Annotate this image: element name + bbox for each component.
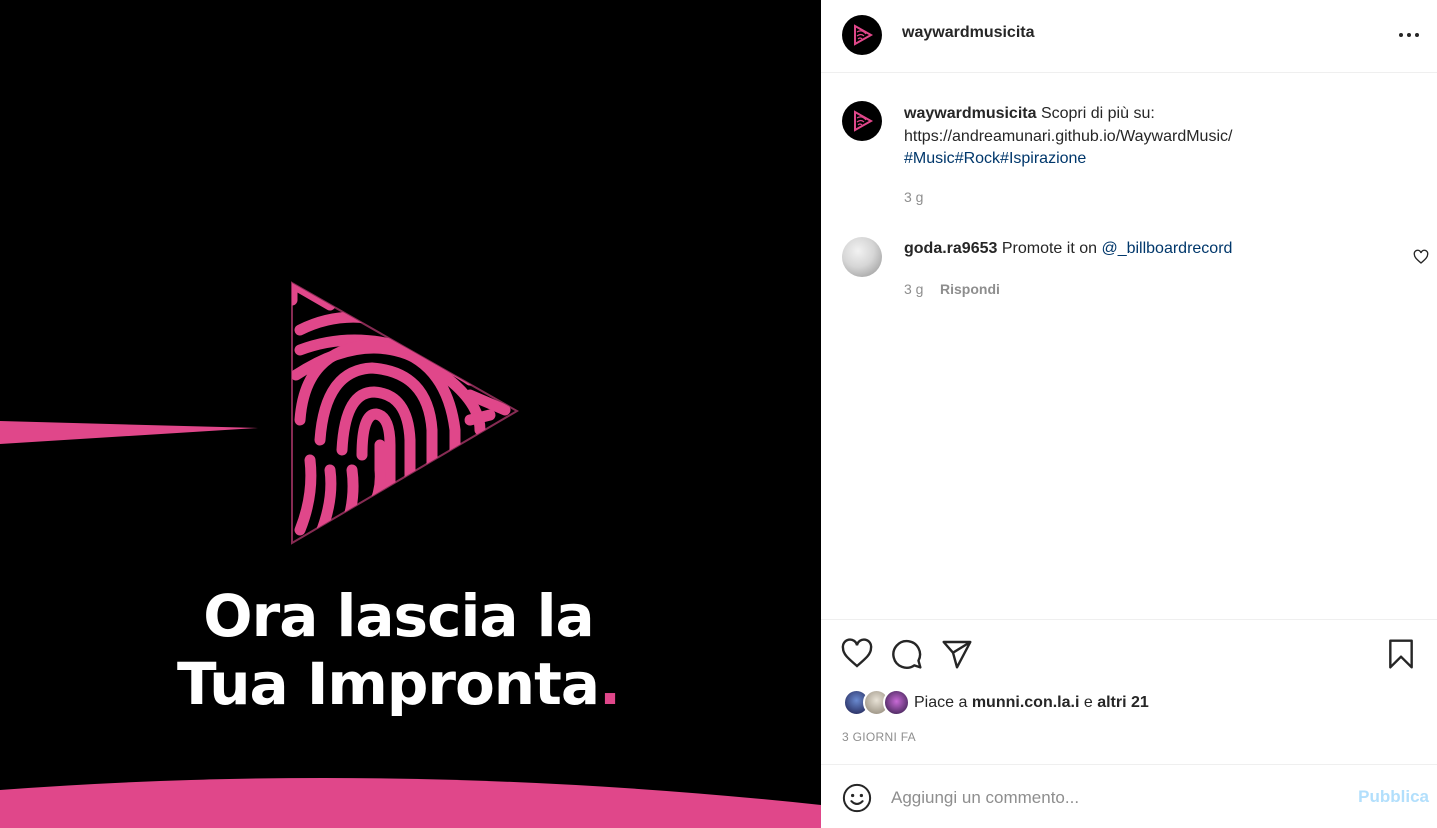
likes-prefix: Piace a — [914, 694, 968, 711]
comment-icon[interactable] — [891, 638, 923, 670]
comment-mention[interactable]: @_billboardrecord — [1101, 240, 1232, 257]
likes-others[interactable]: altri 21 — [1097, 694, 1149, 711]
hashtag-rock[interactable]: #Rock — [955, 150, 1000, 167]
slogan-line-2: Tua Impronta. — [177, 650, 621, 718]
likes-user[interactable]: munni.con.la.i — [972, 694, 1080, 711]
comment-username[interactable]: goda.ra9653 — [904, 240, 997, 257]
slogan-line-1: Ora lascia la — [203, 582, 594, 650]
comment-like-heart-icon[interactable] — [1413, 249, 1429, 265]
caption-time[interactable]: 3 g — [904, 189, 923, 205]
add-comment-bar: Pubblica — [821, 764, 1437, 828]
caption-body: Scopri di più su: — [1040, 105, 1155, 122]
header-username[interactable]: waywardmusicita — [902, 24, 1035, 42]
caption-avatar[interactable] — [842, 101, 882, 141]
caption-url: https://andreamunari.github.io/WaywardMu… — [904, 127, 1233, 145]
play-logo-icon — [854, 110, 874, 132]
commenter-avatar[interactable] — [842, 237, 882, 277]
hashtag-ispirazione[interactable]: #Ispirazione — [1000, 150, 1086, 167]
reply-button[interactable]: Rispondi — [940, 281, 1000, 297]
avatar[interactable] — [842, 15, 882, 55]
emoji-icon[interactable] — [842, 783, 872, 813]
post-media[interactable]: Ora lascia la Tua Impronta. — [0, 0, 821, 828]
post-header: waywardmusicita — [821, 0, 1437, 73]
comment-input[interactable] — [891, 783, 1341, 813]
likes-summary: Piace a munni.con.la.i e altri 21 — [914, 694, 1149, 712]
comment-time[interactable]: 3 g — [904, 281, 923, 297]
post-date[interactable]: 3 GIORNI FA — [842, 730, 916, 744]
share-icon[interactable] — [941, 638, 973, 670]
caption-username[interactable]: waywardmusicita — [904, 105, 1037, 122]
comment-text: goda.ra9653 Promote it on @_billboardrec… — [904, 238, 1232, 260]
avatar[interactable] — [883, 689, 910, 716]
post-sidebar: waywardmusicita waywardmusicita Scopri d… — [821, 0, 1437, 828]
likes-conj: e — [1083, 694, 1093, 711]
bookmark-icon[interactable] — [1385, 638, 1417, 670]
play-logo-icon — [854, 24, 874, 46]
comment-body: Promote it on — [1001, 240, 1097, 257]
caption-text: waywardmusicita Scopri di più su: https:… — [904, 103, 1404, 171]
publish-button[interactable]: Pubblica — [1358, 787, 1429, 807]
heart-icon[interactable] — [841, 638, 873, 670]
slogan-dot: . — [598, 650, 621, 718]
hashtag-music[interactable]: #Music — [904, 150, 955, 167]
more-horizontal-icon[interactable] — [1395, 22, 1423, 48]
